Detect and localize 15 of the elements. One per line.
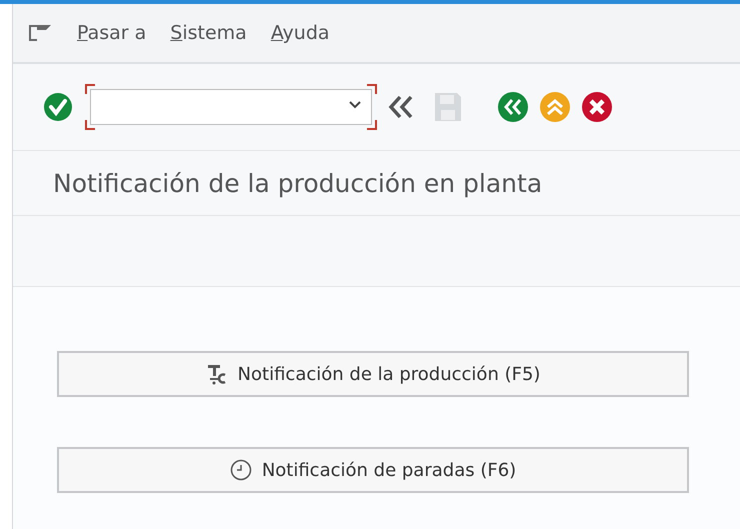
back-icon[interactable] <box>387 94 415 120</box>
menu-item[interactable]: Ayuda <box>270 22 330 44</box>
menu-item[interactable]: Sistema <box>170 22 247 44</box>
action-button[interactable]: Notificación de la producción (F5) <box>57 351 689 397</box>
menu-icon[interactable] <box>27 23 53 43</box>
back-icon[interactable] <box>497 91 529 123</box>
dropdown-icon[interactable] <box>349 101 361 109</box>
page-title: Notificación de la producción en planta <box>53 168 542 198</box>
menu-item[interactable]: Pasar a <box>77 22 146 44</box>
clock-icon <box>230 459 252 481</box>
action-button[interactable]: Notificación de paradas (F6) <box>57 447 689 493</box>
cancel-icon[interactable] <box>581 91 613 123</box>
tools-icon <box>206 363 228 385</box>
command-field[interactable] <box>85 84 377 130</box>
confirm-icon[interactable] <box>43 92 73 122</box>
